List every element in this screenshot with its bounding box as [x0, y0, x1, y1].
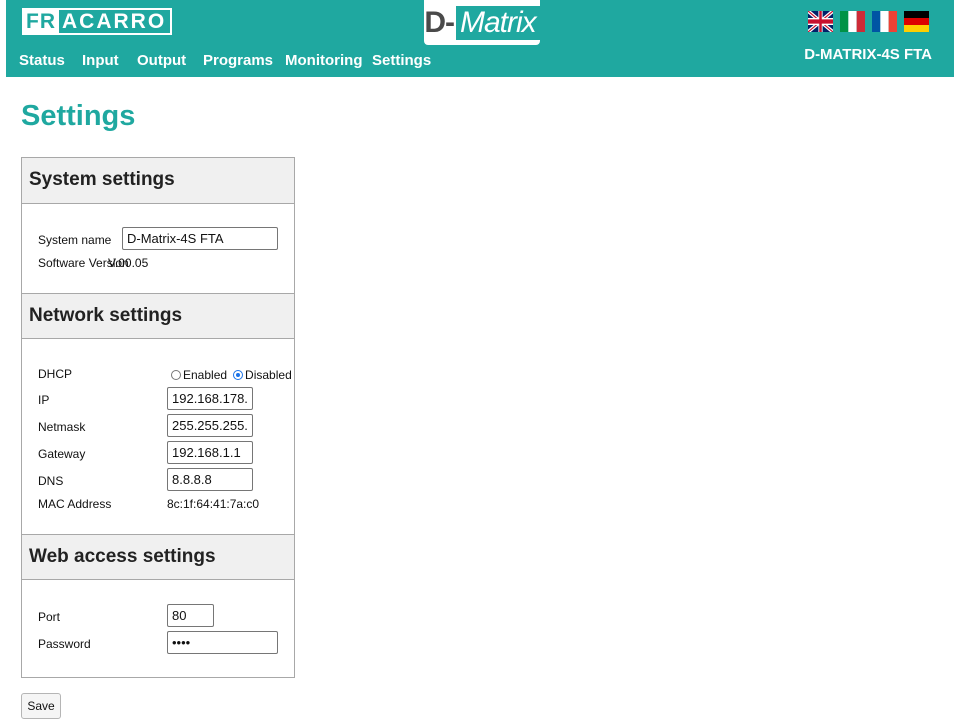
system-name-input[interactable] [122, 227, 278, 250]
web-access-settings-header: Web access settings [22, 534, 294, 580]
language-flags [808, 11, 929, 32]
dhcp-enabled-label: Enabled [183, 368, 228, 382]
dhcp-disabled-label: Disabled [245, 368, 292, 382]
password-input[interactable] [167, 631, 278, 654]
nav-programs[interactable]: Programs [203, 50, 273, 72]
gateway-input[interactable] [167, 441, 253, 464]
dns-label: DNS [38, 474, 64, 488]
brand-part1: FR [24, 10, 59, 33]
network-settings-title: Network settings [29, 305, 183, 326]
top-header-bar: FR ACARRO D- Matrix Status Input Output P… [6, 0, 954, 77]
dns-input[interactable] [167, 468, 253, 491]
dhcp-disabled-radio[interactable] [233, 370, 244, 380]
italy-flag-icon[interactable] [840, 11, 865, 32]
page-title: Settings [21, 100, 136, 132]
port-label: Port [38, 610, 61, 624]
ip-label: IP [38, 393, 50, 407]
mac-address-value: 8c:1f:64:41:7a:c0 [167, 497, 260, 511]
brand-part2: ACARRO [62, 10, 167, 33]
system-name-label: System name [38, 233, 112, 247]
mac-address-label: MAC Address [38, 497, 112, 511]
nav-status[interactable]: Status [19, 50, 65, 72]
system-settings-header: System settings [22, 158, 294, 204]
germany-flag-icon[interactable] [904, 11, 929, 32]
netmask-label: Netmask [38, 420, 86, 434]
software-version-value: V.00.05 [108, 256, 149, 270]
nav-output[interactable]: Output [137, 50, 186, 72]
network-settings-header: Network settings [22, 293, 294, 339]
dhcp-enabled-radio[interactable] [171, 370, 181, 380]
logo-part2: Matrix [455, 5, 540, 40]
system-settings-title: System settings [29, 169, 175, 190]
uk-flag-icon[interactable] [808, 11, 833, 32]
nav-monitoring[interactable]: Monitoring [285, 50, 362, 72]
dhcp-label: DHCP [38, 367, 73, 381]
netmask-input[interactable] [167, 414, 253, 437]
password-label: Password [38, 637, 91, 651]
gateway-label: Gateway [38, 447, 86, 461]
save-button[interactable]: Save [21, 693, 61, 719]
nav-input[interactable]: Input [82, 50, 119, 72]
ip-input[interactable] [167, 387, 253, 410]
settings-panel: System settings System name Software Ver… [21, 157, 295, 678]
logo-part1: D- [424, 5, 455, 39]
d-matrix-logo: D- Matrix [424, 0, 540, 45]
device-name: D-MATRIX-4S FTA [804, 46, 932, 63]
france-flag-icon[interactable] [872, 11, 897, 32]
dhcp-radio-group: Enabled Disabled [171, 368, 298, 382]
nav-settings[interactable]: Settings [372, 50, 431, 72]
web-access-settings-title: Web access settings [29, 546, 216, 567]
fracarro-logo: FR ACARRO [22, 8, 172, 35]
port-input[interactable] [167, 604, 214, 627]
